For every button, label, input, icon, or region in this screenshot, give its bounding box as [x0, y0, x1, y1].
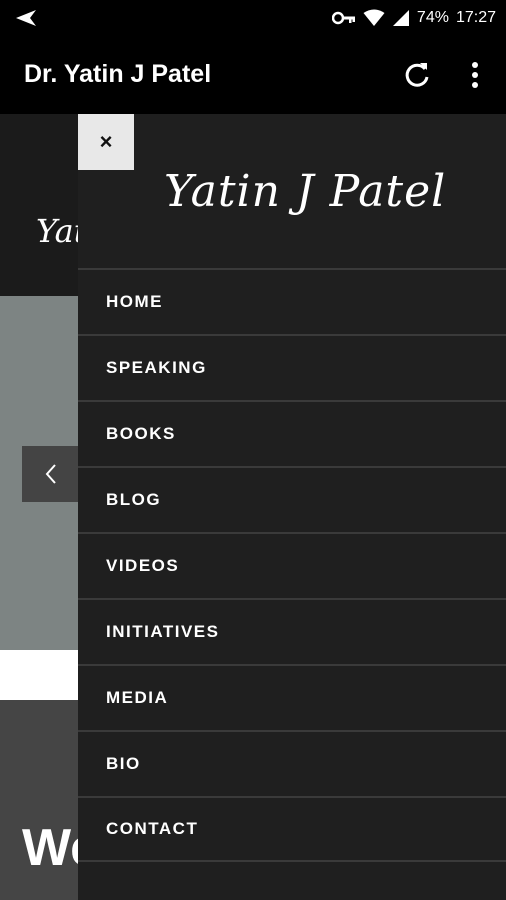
slider-prev-button[interactable] [22, 446, 80, 502]
nav-item-home[interactable]: HOME [78, 268, 506, 334]
navigation-arrow-icon [16, 10, 36, 26]
clock: 17:27 [455, 9, 496, 26]
chevron-left-icon [45, 464, 56, 484]
nav-item-label: BLOG [106, 490, 162, 509]
app-title: Dr. Yatin J Patel [24, 60, 212, 88]
nav-item-label: MEDIA [106, 688, 169, 707]
background-heading: We [22, 819, 78, 877]
close-button[interactable]: × [78, 114, 134, 170]
status-icons: 74% 17:27 [331, 0, 496, 36]
nav-item-initiatives[interactable]: INITIATIVES [78, 598, 506, 664]
drawer-nav: HOME SPEAKING BOOKS BLOG VIDEOS INITIATI… [78, 268, 506, 862]
drawer-logo: Yatin J Patel [164, 166, 447, 217]
nav-item-label: HOME [106, 292, 163, 311]
app-bar: Dr. Yatin J Patel [0, 36, 506, 114]
nav-drawer: × Yatin J Patel HOME SPEAKING BOOKS BLOG… [78, 114, 506, 900]
nav-item-contact[interactable]: CONTACT [78, 796, 506, 862]
nav-item-label: INITIATIVES [106, 622, 220, 641]
signal-icon [392, 10, 409, 26]
nav-item-bio[interactable]: BIO [78, 730, 506, 796]
nav-item-speaking[interactable]: SPEAKING [78, 334, 506, 400]
close-icon: × [99, 129, 113, 154]
wifi-icon [363, 9, 385, 26]
nav-item-media[interactable]: MEDIA [78, 664, 506, 730]
key-icon [331, 11, 355, 25]
nav-item-label: BOOKS [106, 424, 176, 443]
nav-item-label: CONTACT [106, 819, 199, 838]
refresh-icon[interactable] [400, 58, 434, 92]
nav-item-videos[interactable]: VIDEOS [78, 532, 506, 598]
nav-item-label: BIO [106, 754, 141, 773]
background-header [0, 114, 80, 296]
status-bar: 74% 17:27 [0, 0, 506, 36]
battery-percent: 74% [416, 9, 449, 26]
more-vert-icon[interactable] [462, 58, 488, 92]
nav-item-label: VIDEOS [106, 556, 180, 575]
background-band [0, 650, 80, 700]
nav-item-blog[interactable]: BLOG [78, 466, 506, 532]
nav-item-books[interactable]: BOOKS [78, 400, 506, 466]
nav-item-label: SPEAKING [106, 358, 207, 377]
